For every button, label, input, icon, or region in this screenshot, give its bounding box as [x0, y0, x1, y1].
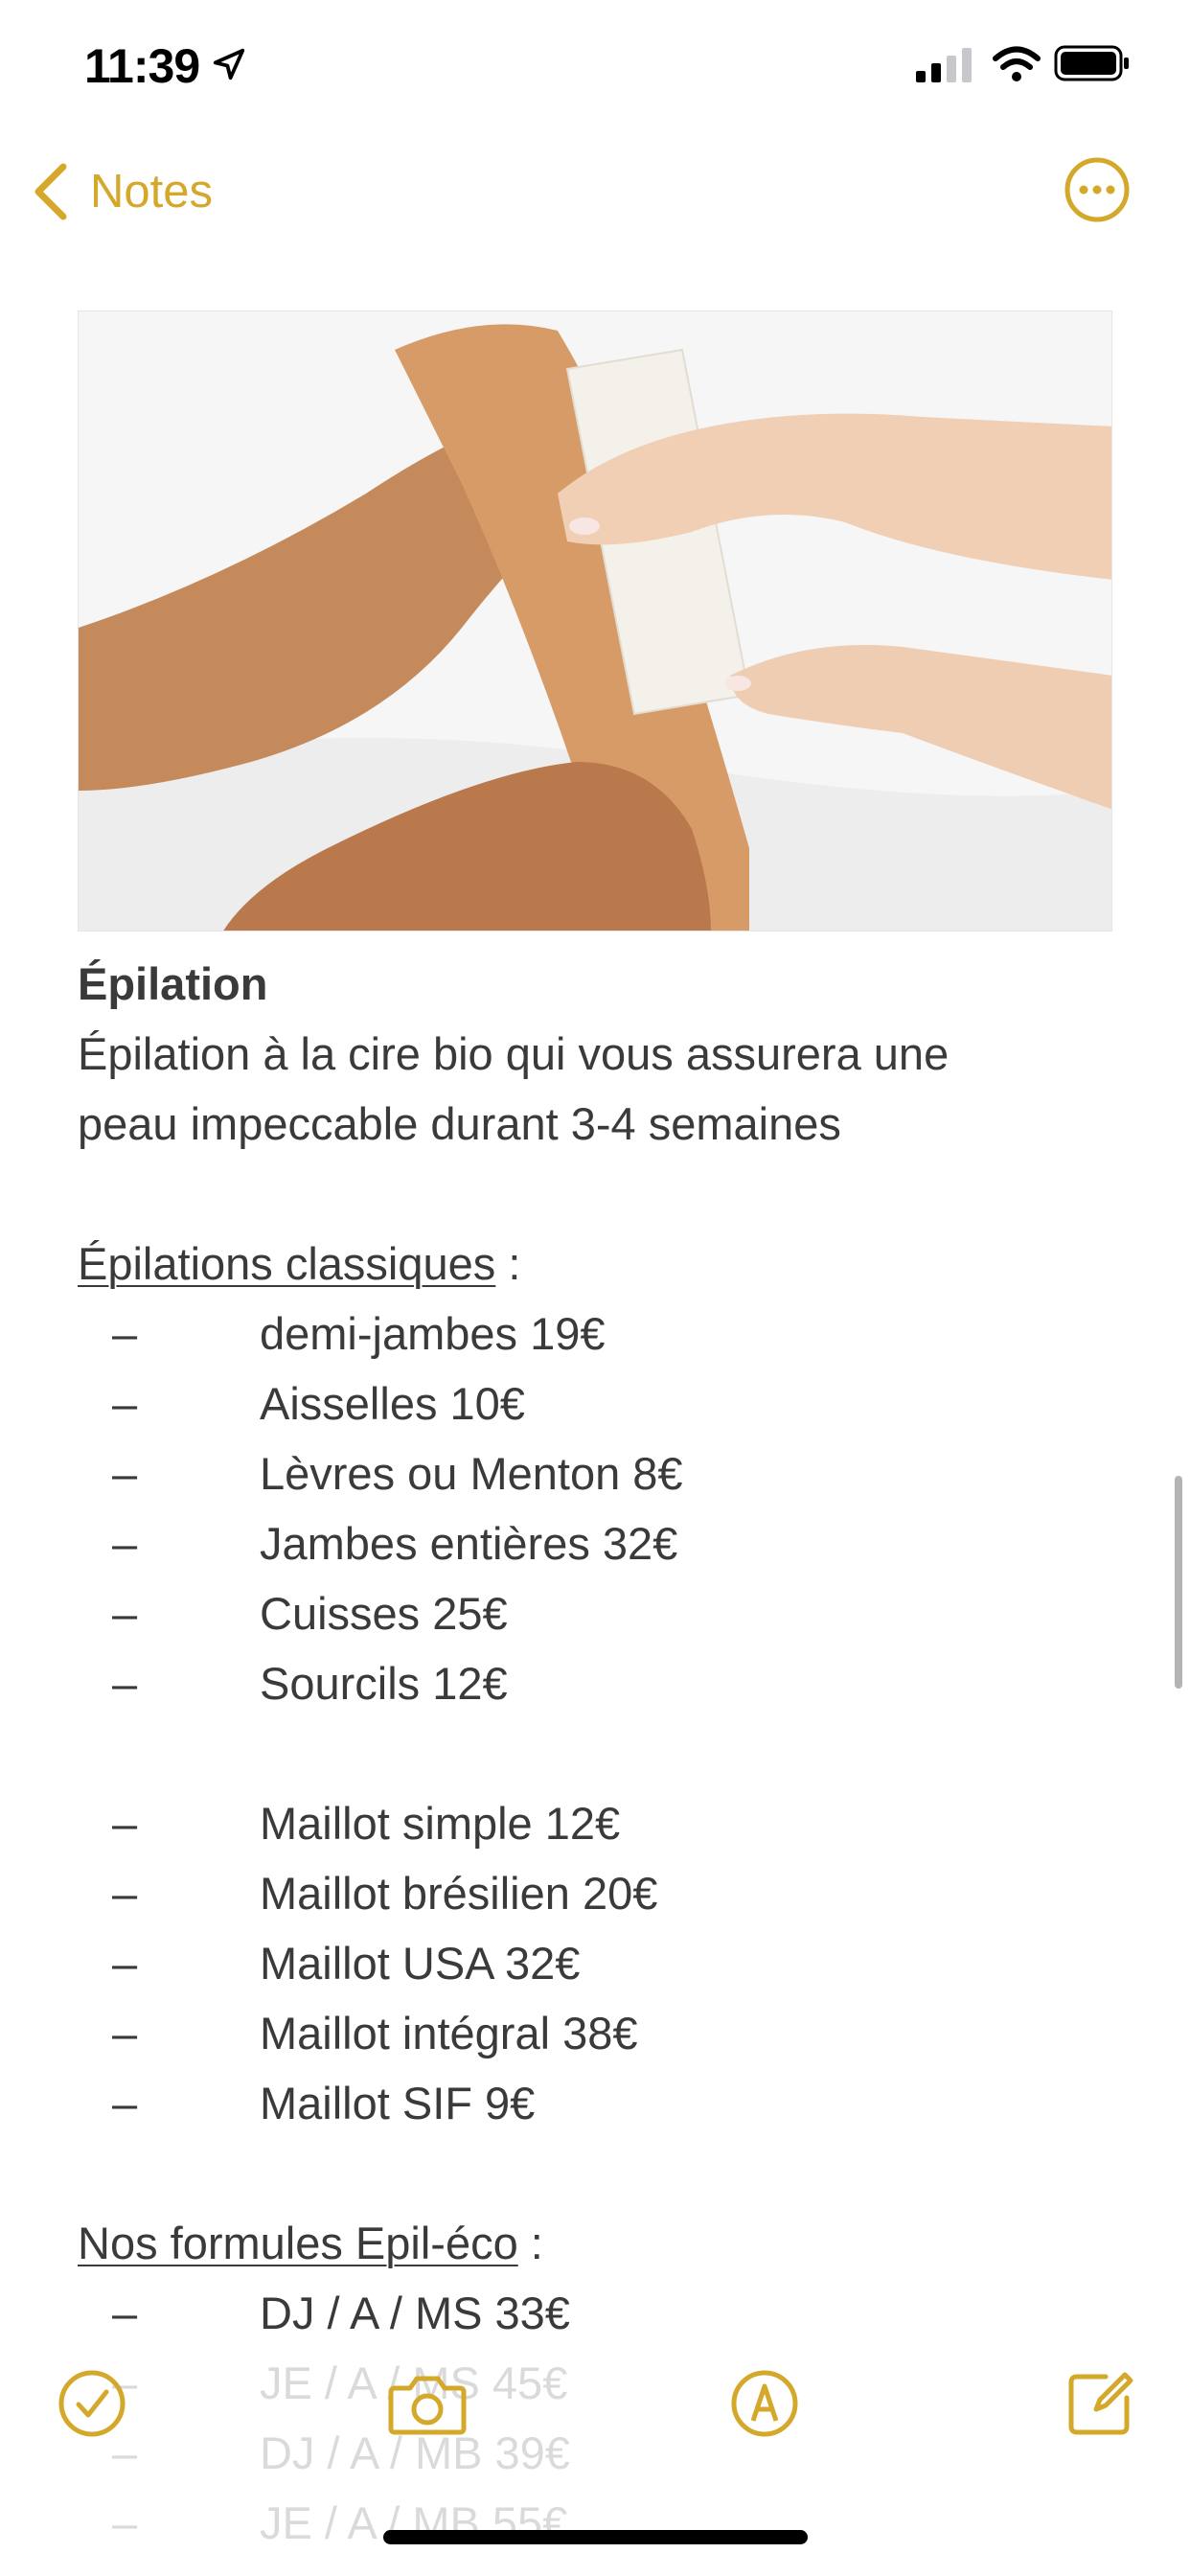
camera-icon[interactable]	[387, 2367, 468, 2440]
section-heading-colon: :	[517, 2218, 543, 2268]
cellular-signal-icon	[916, 48, 972, 82]
list-item-text: DJ / A / MS 33€	[260, 2288, 570, 2338]
list-item-text: Jambes entières 32€	[260, 1518, 678, 1569]
section-heading-formules-text: Nos formules Epil-éco	[78, 2218, 518, 2268]
list-item-text: demi-jambes 19€	[260, 1308, 606, 1359]
list-item-text: Cuisses 25€	[260, 1588, 508, 1639]
list-item: – JE / A / MB 55€	[78, 2488, 844, 2558]
dash-bullet: –	[112, 2008, 138, 2058]
dash-bullet: –	[112, 2497, 138, 2548]
dash-bullet: –	[112, 2288, 138, 2338]
dash-bullet: –	[112, 2078, 138, 2128]
list-item: – Maillot brésilien 20€	[78, 1858, 1132, 1928]
dash-bullet: –	[112, 1308, 138, 1359]
scroll-indicator[interactable]	[1175, 1476, 1182, 1689]
intro-line-2: peau impeccable durant 3-4 semaines	[78, 1098, 841, 1149]
compose-icon[interactable]	[1064, 2367, 1136, 2440]
dash-bullet: –	[112, 1518, 138, 1569]
list-item: – Maillot USA 32€	[78, 1928, 1132, 1998]
list-item-text: Maillot SIF 9€	[260, 2078, 536, 2128]
back-label: Notes	[90, 166, 214, 218]
note-image[interactable]	[78, 310, 1112, 932]
list-item: – Sourcils 12€	[78, 1648, 1132, 1718]
wifi-icon	[993, 46, 1041, 81]
dash-bullet: –	[112, 1448, 138, 1499]
note-title: Épilation	[78, 958, 268, 1009]
waxing-legs-illustration	[79, 311, 1111, 931]
list-item: – Maillot intégral 38€	[78, 1998, 1132, 2068]
intro-line-1: Épilation à la cire bio qui vous assurer…	[78, 1028, 950, 1079]
dash-bullet: –	[112, 1938, 138, 1989]
home-indicator[interactable]	[383, 2530, 808, 2544]
list-item-text: Maillot simple 12€	[260, 1798, 621, 1849]
ellipsis-circle-icon[interactable]	[1064, 156, 1131, 223]
dash-bullet: –	[112, 1658, 138, 1709]
dash-bullet: –	[112, 1798, 138, 1849]
list-item: – Maillot SIF 9€	[78, 2068, 1132, 2138]
list-item: – DJ / A / MS 33€	[78, 2278, 1132, 2348]
battery-icon	[1054, 45, 1129, 81]
back-to-notes-button[interactable]: Notes	[29, 153, 213, 230]
list-item: – Jambes entières 32€	[78, 1508, 1132, 1578]
pen-circle-icon[interactable]	[728, 2367, 801, 2440]
list-item: – Lèvres ou Menton 8€	[78, 1438, 1132, 1508]
list-item-text: Maillot brésilien 20€	[260, 1868, 658, 1919]
section-heading-formules: Nos formules Epil-éco :	[78, 2208, 1132, 2278]
dash-bullet: –	[112, 1868, 138, 1919]
list-item-text: JE / A / MB 55€	[260, 2497, 568, 2548]
status-bar: 11:39	[0, 0, 1190, 126]
section-heading-colon: :	[495, 1238, 521, 1289]
chevron-left-icon	[34, 163, 67, 220]
dash-bullet: –	[112, 1378, 138, 1429]
section-heading-classiques-text: Épilations classiques	[78, 1238, 496, 1289]
checkmark-circle-icon[interactable]	[56, 2367, 128, 2440]
list-item: – Maillot simple 12€	[78, 1788, 1132, 1858]
list-item-text: Maillot USA 32€	[260, 1938, 581, 1989]
note-body[interactable]: Épilation Épilation à la cire bio qui vo…	[78, 949, 1132, 2348]
list-item: – Cuisses 25€	[78, 1578, 1132, 1648]
bottom-toolbar	[0, 2367, 1190, 2463]
location-arrow-icon	[213, 48, 245, 80]
list-item-text: Maillot intégral 38€	[260, 2008, 638, 2058]
list-item: – Aisselles 10€	[78, 1368, 1132, 1438]
section-heading-classiques: Épilations classiques :	[78, 1229, 1132, 1299]
list-item-text: Lèvres ou Menton 8€	[260, 1448, 683, 1499]
list-item-text: Aisselles 10€	[260, 1378, 525, 1429]
list-item: – demi-jambes 19€	[78, 1299, 1132, 1368]
list-item-text: Sourcils 12€	[260, 1658, 508, 1709]
status-time: 11:39	[84, 39, 200, 93]
dash-bullet: –	[112, 1588, 138, 1639]
